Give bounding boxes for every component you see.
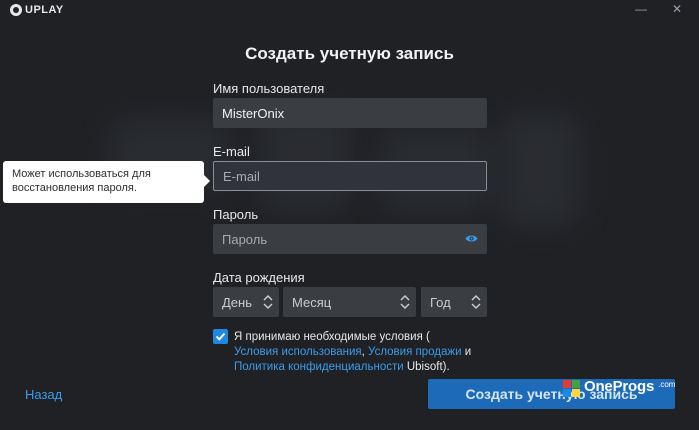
password-field[interactable] bbox=[213, 224, 487, 254]
spinner-arrows-icon bbox=[263, 294, 273, 310]
terms-text: Я принимаю необходимые условия ( Условия… bbox=[234, 330, 494, 375]
birth-month-value: Месяц bbox=[292, 294, 332, 310]
back-link[interactable]: Назад bbox=[25, 387, 62, 402]
watermark-text: OneProgs bbox=[584, 378, 655, 395]
birth-day-select[interactable]: День bbox=[213, 287, 279, 317]
email-input[interactable] bbox=[223, 168, 477, 184]
birth-year-select[interactable]: Год bbox=[421, 287, 487, 317]
terms-prefix: Я принимаю необходимые условия ( bbox=[234, 331, 430, 343]
email-field[interactable] bbox=[213, 161, 487, 191]
watermark: OneProgs .com bbox=[563, 378, 676, 397]
uplay-logo-text: UPLAY bbox=[25, 4, 64, 16]
uplay-logo-icon bbox=[10, 4, 22, 16]
birth-year-value: Год bbox=[430, 294, 451, 310]
spinner-arrows-icon bbox=[471, 294, 481, 310]
terms-separator: и bbox=[461, 346, 472, 358]
email-label: E-mail bbox=[213, 144, 250, 159]
password-label: Пароль bbox=[213, 207, 259, 222]
watermark-suffix: .com bbox=[658, 380, 676, 389]
window: UPLAY — ✕ Создать учетную запись Имя пол… bbox=[0, 0, 699, 430]
privacy-policy-link[interactable]: Политика конфиденциальности bbox=[234, 361, 404, 373]
email-tooltip: Может использоваться для восстановления … bbox=[3, 161, 210, 203]
eye-icon[interactable] bbox=[465, 234, 478, 243]
username-input[interactable] bbox=[222, 105, 478, 121]
terms-checkbox[interactable] bbox=[213, 329, 228, 344]
birthdate-label: Дата рождения bbox=[213, 270, 305, 285]
birth-day-value: День bbox=[222, 294, 252, 310]
terms-of-use-link[interactable]: Условия использования bbox=[234, 346, 362, 358]
username-field[interactable] bbox=[213, 98, 487, 128]
title-bar: UPLAY — ✕ bbox=[0, 0, 699, 22]
checkmark-icon bbox=[215, 332, 226, 341]
birth-month-select[interactable]: Месяц bbox=[283, 287, 416, 317]
watermark-logo-icon bbox=[563, 380, 581, 397]
close-button[interactable]: ✕ bbox=[662, 0, 692, 20]
spinner-arrows-icon bbox=[400, 294, 410, 310]
minimize-button[interactable]: — bbox=[626, 0, 656, 20]
terms-of-sale-link[interactable]: Условия продажи bbox=[368, 346, 461, 358]
terms-suffix: Ubisoft). bbox=[403, 361, 450, 373]
password-input[interactable] bbox=[222, 231, 478, 247]
page-title: Создать учетную запись bbox=[245, 44, 454, 63]
username-label: Имя пользователя bbox=[213, 81, 325, 96]
uplay-logo: UPLAY bbox=[10, 4, 64, 16]
